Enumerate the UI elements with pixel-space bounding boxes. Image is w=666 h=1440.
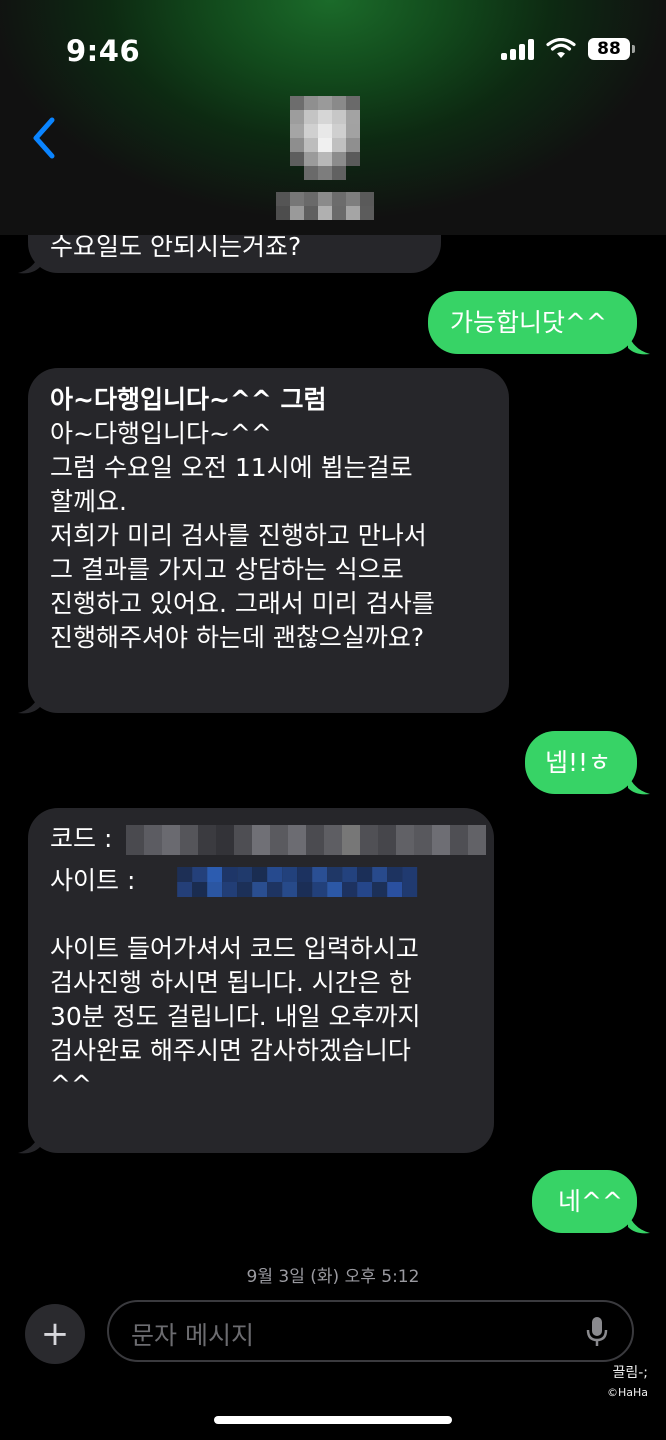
code-row: 코드 : (50, 822, 496, 856)
message-line: 할께요. (50, 487, 127, 516)
plus-icon: + (40, 1314, 70, 1354)
message-bubble-incoming[interactable]: 아~다행입니다~^^ 그럼 아~다행입니다~^^ 그럼 수요일 오전 11시에 … (28, 368, 509, 713)
bubble-tail (628, 334, 650, 355)
bubble-tail (628, 774, 650, 795)
message-line: 진행해주셔야 하는데 괜찮으실까요? (50, 623, 425, 652)
bubble-tail (18, 253, 40, 274)
message-line: 검사완료 해주시면 감사하겠습니다 (50, 1036, 411, 1065)
code-label: 코드 : (50, 824, 113, 853)
message-bubble-outgoing[interactable]: 넵!!ㅎ (525, 731, 637, 794)
message-bubble-outgoing[interactable]: 네^^ (532, 1170, 637, 1233)
message-input[interactable]: 문자 메시지 (107, 1300, 634, 1362)
message-line: 검사진행 하시면 됩니다. 시간은 한 (50, 968, 412, 997)
wifi-icon (546, 38, 576, 58)
message-input-placeholder: 문자 메시지 (131, 1321, 254, 1350)
home-indicator[interactable] (214, 1416, 452, 1424)
watermark-credit: ©HaHa (606, 1386, 648, 1399)
conversation-header: 9:46 88 (0, 0, 666, 235)
message-text: 수요일도 안되시는거죠? (50, 232, 302, 261)
message-line: 그럼 수요일 오전 11시에 뵙는걸로 (50, 453, 413, 482)
message-line: ^^ (50, 1070, 92, 1099)
site-label: 사이트 : (50, 866, 136, 895)
microphone-icon[interactable] (586, 1316, 608, 1348)
bubble-tail (18, 693, 40, 714)
message-line: 사이트 들어가셔서 코드 입력하시고 (50, 934, 419, 963)
delivery-timestamp: 9월 3일 (화) 오후 5:12 (246, 1267, 420, 1287)
message-text: 가능합니닷^^ (450, 308, 607, 337)
message-title: 아~다행입니다~^^ 그럼 (50, 385, 327, 414)
back-chevron-icon[interactable] (26, 112, 66, 164)
bubble-tail (18, 1133, 40, 1154)
bubble-tail (628, 1213, 650, 1234)
message-bubble-outgoing[interactable]: 가능합니닷^^ (428, 291, 637, 354)
redacted-code (126, 825, 487, 855)
message-line: 진행하고 있어요. 그래서 미리 검사를 (50, 589, 435, 618)
message-line: 그 결과를 가지고 상담하는 식으로 (50, 555, 404, 584)
add-attachment-button[interactable]: + (25, 1304, 85, 1364)
message-text: 네^^ (558, 1187, 623, 1216)
battery-level: 88 (597, 39, 621, 59)
status-icons: 88 (501, 38, 635, 60)
message-text: 넵!!ㅎ (545, 748, 612, 777)
cellular-signal-icon (501, 38, 534, 60)
contact-avatar[interactable] (276, 92, 376, 222)
status-time: 9:46 (66, 34, 141, 68)
message-line: 30분 정도 걸립니다. 내일 오후까지 (50, 1002, 421, 1031)
message-bubble-incoming[interactable]: 코드 : 사이트 : 사이트 들어가셔서 코드 입력하시고 검사진행 하시면 됩… (28, 808, 494, 1153)
redacted-site-link (177, 867, 418, 897)
battery-icon: 88 (588, 38, 635, 60)
watermark-line: 끌림-; (612, 1365, 648, 1381)
message-line: 저희가 미리 검사를 진행하고 만나서 (50, 521, 427, 550)
message-line: 아~다행입니다~^^ (50, 419, 272, 448)
site-row: 사이트 : (50, 864, 496, 898)
